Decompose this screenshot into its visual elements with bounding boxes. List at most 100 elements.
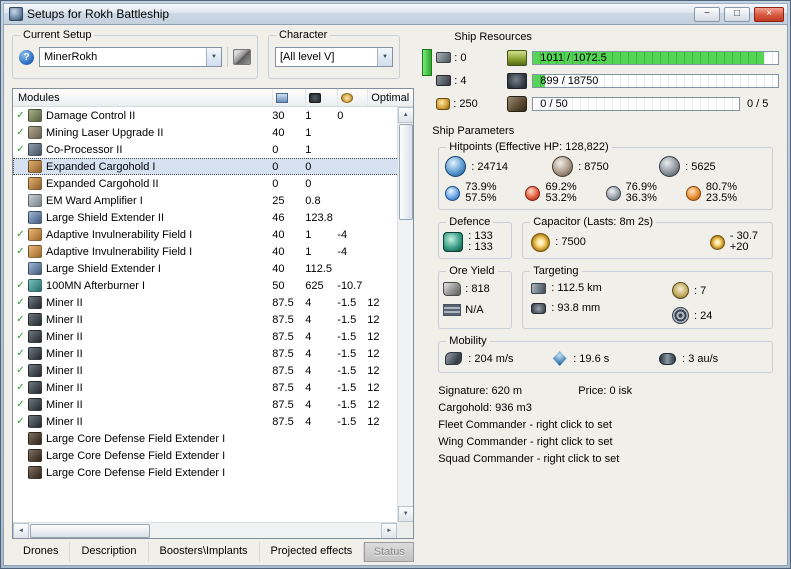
module-row[interactable]: ✓ Miner II 87.5 4 -1.5 12 — [13, 362, 413, 379]
module-powergrid-value: 4 — [305, 330, 312, 343]
launcher-icon — [436, 75, 452, 86]
shield-icon — [445, 156, 467, 177]
module-row[interactable]: Large Shield Extender II 46 123.8 — [13, 209, 413, 226]
tools-icon[interactable] — [233, 49, 251, 65]
capacitor-delta-values: - 30.7 +20 — [730, 231, 758, 253]
fleet-commander-text[interactable]: Fleet Commander - right click to set — [438, 417, 779, 434]
powergrid-column-header[interactable] — [305, 89, 337, 106]
launcher-hardpoints: : 4 — [436, 75, 502, 87]
scrollbar-thumb[interactable] — [398, 124, 413, 220]
module-row[interactable]: ✓ Miner II 87.5 4 -1.5 12 — [13, 413, 413, 430]
explosive-resist-icon — [685, 185, 701, 201]
powergrid-icon — [507, 72, 528, 89]
module-active-check-icon: ✓ — [16, 110, 25, 121]
module-active-check-icon: ✓ — [16, 314, 25, 325]
ore-yield-cell: : 818 — [443, 282, 507, 296]
maximize-button[interactable]: □ — [724, 6, 750, 22]
module-row[interactable]: ✓ Miner II 87.5 4 -1.5 12 — [13, 396, 413, 413]
module-row[interactable]: ✓ Adaptive Invulnerability Field I 40 1 -4 — [13, 243, 413, 260]
targeting-left-column: : 112.5 km : 93.8 mm — [531, 282, 672, 324]
module-powergrid-value: 4 — [305, 313, 312, 326]
setup-combobox[interactable]: MinerRokh ▼ — [39, 47, 222, 67]
scroll-left-button[interactable]: ◄ — [13, 522, 29, 538]
module-row[interactable]: Large Core Defense Field Extender I — [13, 464, 413, 481]
module-name: 100MN Afterburner I — [46, 279, 146, 292]
miner-icon — [28, 296, 42, 309]
module-cpu-value: 87.5 — [272, 415, 294, 428]
scroll-up-button[interactable]: ▲ — [397, 107, 414, 123]
scroll-right-button[interactable]: ► — [381, 522, 398, 538]
module-row[interactable]: ✓ Mining Laser Upgrade II 40 1 — [13, 124, 413, 141]
module-powergrid-value: 0 — [305, 177, 312, 190]
powergrid-bar-text: 899 / 18750 — [540, 74, 599, 87]
hitpoints-group: Hitpoints (Effective HP: 128,822) : 2471… — [438, 141, 773, 210]
miner-icon — [28, 347, 42, 360]
scroll-down-button[interactable]: ▼ — [397, 506, 414, 522]
cpu-column-header[interactable] — [272, 89, 305, 106]
separator — [227, 47, 228, 67]
module-row[interactable]: Large Core Defense Field Extender I — [13, 430, 413, 447]
module-row[interactable]: Expanded Cargohold II 0 0 — [13, 175, 413, 192]
scrollbar-thumb[interactable] — [30, 523, 150, 538]
optimal-column-header[interactable]: Optimal — [367, 89, 413, 106]
warp-speed-value: : 3 au/s — [682, 352, 719, 365]
dropdown-arrow-icon[interactable]: ▼ — [206, 48, 221, 66]
titlebar[interactable]: Setups for Rokh Battleship − □ × — [3, 3, 788, 24]
module-name: Miner II — [46, 347, 83, 360]
price-text: Price: 0 isk — [578, 385, 633, 397]
ore-yield-group: Ore Yield : 818 N/A — [438, 265, 513, 329]
targeting-range-cell: : 112.5 km — [531, 282, 672, 294]
help-icon[interactable]: ? — [19, 49, 34, 65]
speed-cell: : 204 m/s — [445, 352, 552, 365]
capacitor-column-header[interactable] — [337, 89, 367, 106]
tab-boosters-implants[interactable]: Boosters\Implants — [149, 542, 260, 562]
turret-icon — [436, 52, 452, 63]
module-row[interactable]: ✓ Miner II 87.5 4 -1.5 12 — [13, 311, 413, 328]
module-row[interactable]: ✓ Miner II 87.5 4 -1.5 12 — [13, 379, 413, 396]
module-row[interactable]: ✓ 100MN Afterburner I 50 625 -10.7 — [13, 277, 413, 294]
squad-commander-text[interactable]: Squad Commander - right click to set — [438, 451, 779, 468]
shield-extender-icon — [28, 211, 42, 224]
module-row[interactable]: Large Shield Extender I 40 112.5 — [13, 260, 413, 277]
tab-drones[interactable]: Drones — [12, 542, 71, 562]
module-active-check-icon: ✓ — [16, 280, 25, 291]
module-row[interactable]: ✓ Miner II 87.5 4 -1.5 12 — [13, 328, 413, 345]
tab-description[interactable]: Description — [70, 542, 149, 562]
module-name: Large Shield Extender II — [46, 211, 165, 224]
module-cpu-value: 30 — [272, 109, 285, 122]
wing-commander-text[interactable]: Wing Commander - right click to set — [438, 434, 779, 451]
turret-count: : 0 — [454, 51, 467, 64]
module-powergrid-value: 1 — [305, 143, 312, 156]
shield-hp: : 24714 — [445, 156, 552, 177]
scrollbar-corner — [397, 522, 414, 538]
character-combobox[interactable]: [All level V] ▼ — [275, 47, 393, 67]
defence-value-2: : 133 — [468, 241, 493, 253]
vertical-scrollbar[interactable]: ▲ ▼ — [397, 107, 414, 522]
horizontal-scrollbar[interactable]: ◄ ► — [13, 522, 398, 538]
module-row[interactable]: Large Core Defense Field Extender I — [13, 447, 413, 464]
module-powergrid-value: 1 — [305, 228, 312, 241]
module-row[interactable]: Expanded Cargohold I 0 0 — [13, 158, 414, 175]
minimize-button[interactable]: − — [694, 6, 720, 22]
module-powergrid-value: 1 — [305, 245, 312, 258]
module-cpu-value: 87.5 — [272, 364, 294, 377]
module-row[interactable]: ✓ Miner II 87.5 4 -1.5 12 — [13, 345, 413, 362]
modules-list-header[interactable]: Modules Optimal — [13, 89, 414, 107]
module-active-check-icon: ✓ — [16, 127, 25, 138]
close-button[interactable]: × — [754, 6, 784, 22]
rig-slots-value: 0 / 5 — [747, 97, 769, 110]
targeting-label: Targeting — [530, 265, 582, 277]
ship-info-block: Signature: 620 m Price: 0 isk Cargohold:… — [438, 383, 779, 468]
module-row[interactable]: ✓ Damage Control II 30 1 0 — [13, 107, 413, 124]
signature-resolution-cell: : 93.8 mm — [531, 302, 672, 314]
module-row[interactable]: ✓ Adaptive Invulnerability Field I 40 1 -4 — [13, 226, 413, 243]
module-cap-value: -1.5 — [337, 364, 357, 377]
module-row[interactable]: ✓ Miner II 87.5 4 -1.5 12 — [13, 294, 413, 311]
dropdown-arrow-icon[interactable]: ▼ — [377, 48, 392, 66]
tab-projected-effects[interactable]: Projected effects — [260, 542, 365, 562]
modules-column-header[interactable]: Modules — [13, 92, 272, 104]
character-group: Character [All level V] ▼ — [268, 29, 400, 79]
module-row[interactable]: EM Ward Amplifier I 25 0.8 — [13, 192, 413, 209]
module-row[interactable]: ✓ Co-Processor II 0 1 — [13, 141, 413, 158]
module-cap-value: -4 — [337, 245, 348, 258]
